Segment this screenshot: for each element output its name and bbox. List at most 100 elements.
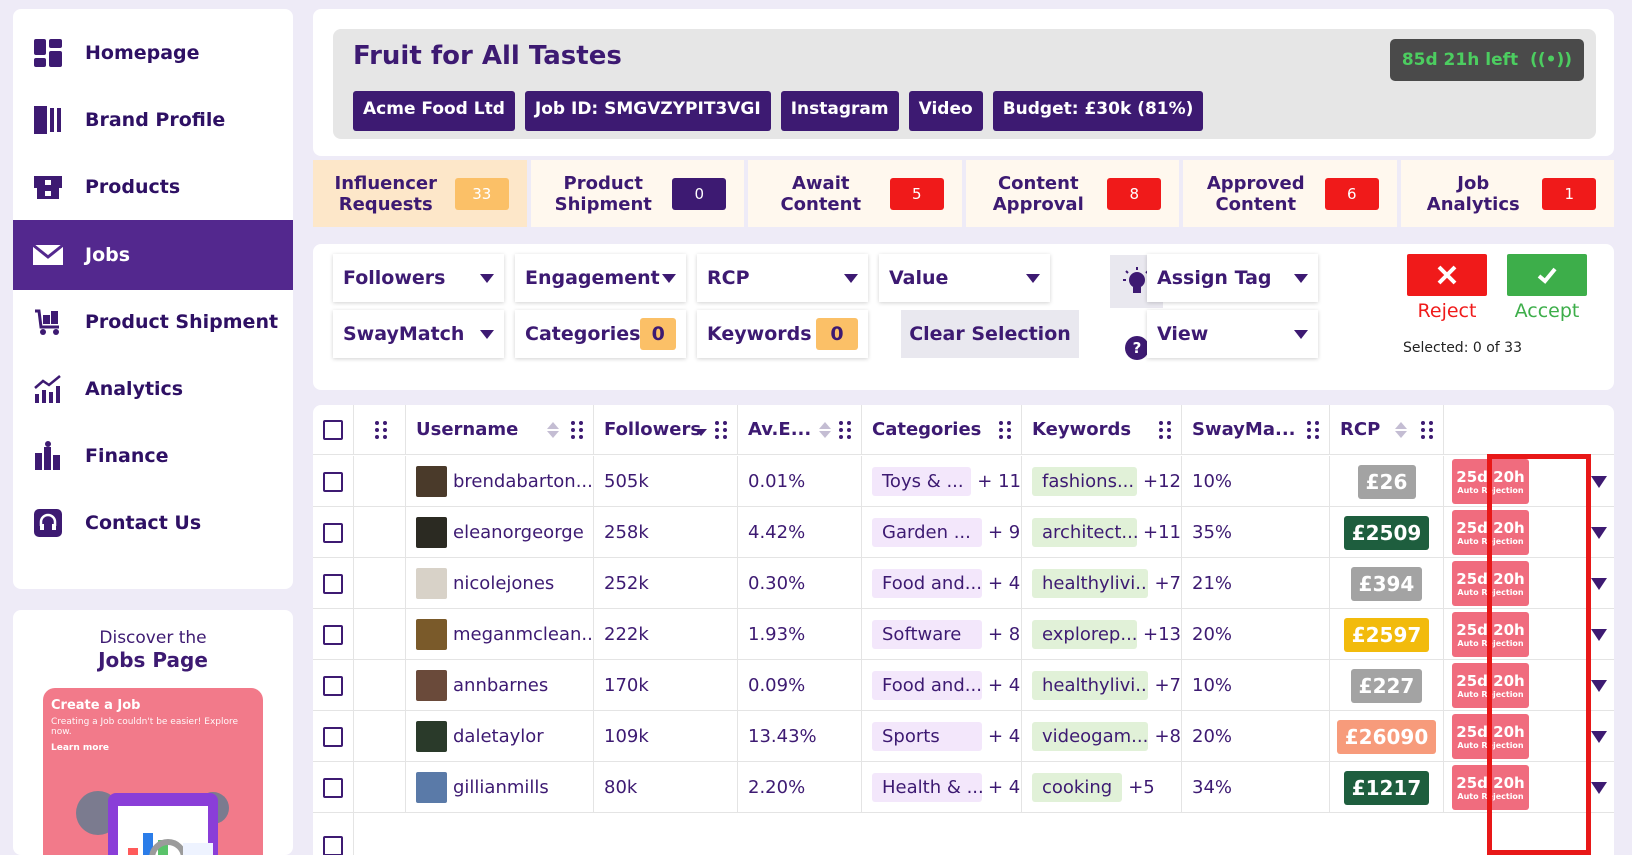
category-chip[interactable]: Software — [872, 620, 982, 649]
keyword-chip[interactable]: fashions... — [1032, 467, 1137, 496]
username[interactable]: eleanorgeorge — [453, 522, 584, 543]
keyword-more[interactable]: +12 — [1143, 471, 1181, 492]
tab-influencer-requests[interactable]: Influencer Requests 33 — [313, 160, 527, 227]
tab-approved-content[interactable]: Approved Content 6 — [1183, 160, 1397, 227]
username-cell[interactable]: brendabarton... — [406, 456, 594, 507]
drag-handle-icon[interactable] — [375, 420, 387, 439]
column-username[interactable]: Username — [406, 405, 594, 455]
view-dropdown[interactable]: View — [1147, 310, 1318, 358]
row-expand-icon[interactable] — [1591, 578, 1607, 590]
category-chip[interactable]: Food and... — [872, 671, 982, 700]
drag-handle-icon[interactable] — [571, 420, 583, 439]
rcp-filter[interactable]: RCP — [697, 254, 868, 302]
tab-content-approval[interactable]: Content Approval 8 — [965, 160, 1179, 227]
drag-handle-icon[interactable] — [839, 420, 851, 439]
keyword-chip[interactable]: videogam... — [1032, 722, 1149, 751]
category-chip[interactable]: Food and... — [872, 569, 982, 598]
sidebar-item-brand-profile[interactable]: Brand Profile — [13, 85, 293, 155]
username-cell[interactable]: daletaylor — [406, 711, 594, 762]
clear-selection-button[interactable]: Clear Selection — [901, 310, 1079, 358]
row-checkbox[interactable] — [323, 777, 343, 798]
category-more[interactable]: + 4 — [988, 726, 1020, 747]
sidebar-item-contact-us[interactable]: Contact Us — [13, 488, 293, 558]
category-chip[interactable]: Health & ... — [872, 773, 982, 802]
category-more[interactable]: + 4 — [988, 573, 1020, 594]
username-cell[interactable]: eleanorgeorge — [406, 507, 594, 558]
promo-card[interactable]: Create a Job Creating a Job couldn't be … — [43, 688, 263, 855]
table-row[interactable]: daletaylor 109k 13.43% Sports + 4 videogam...… — [313, 711, 1614, 762]
tab-product-shipment[interactable]: Product Shipment 0 — [530, 160, 744, 227]
username-cell[interactable]: annbarnes — [406, 660, 594, 711]
table-row[interactable]: brendabarton... 505k 0.01% Toys & ... + 11 fa… — [313, 456, 1614, 507]
row-expand-icon[interactable] — [1591, 476, 1607, 488]
username-cell[interactable]: meganmclean... — [406, 609, 594, 660]
row-expand-icon[interactable] — [1591, 731, 1607, 743]
engagement-filter[interactable]: Engagement — [515, 254, 686, 302]
category-more[interactable]: + 11 — [977, 471, 1021, 492]
row-checkbox[interactable] — [323, 471, 343, 492]
select-all-checkbox[interactable] — [323, 419, 343, 440]
row-expand-icon[interactable] — [1591, 527, 1607, 539]
row-checkbox[interactable] — [323, 522, 343, 543]
drag-handle-icon[interactable] — [1421, 420, 1433, 439]
value-filter[interactable]: Value — [879, 254, 1050, 302]
category-chip[interactable]: Toys & ... — [872, 467, 972, 496]
category-chip[interactable]: Garden ... — [872, 518, 982, 547]
sidebar-item-products[interactable]: Products — [13, 152, 293, 222]
table-row[interactable]: annbarnes 170k 0.09% Food and... + 4 healthyl… — [313, 660, 1614, 711]
row-checkbox[interactable] — [323, 624, 343, 645]
categories-filter[interactable]: Categories 0 — [515, 310, 686, 358]
keyword-more[interactable]: +7 — [1154, 675, 1181, 696]
sort-icon[interactable] — [547, 421, 559, 438]
column-rcp[interactable]: RCP — [1330, 405, 1444, 455]
column-categories[interactable]: Categories — [862, 405, 1022, 455]
keyword-more[interactable]: +13 — [1143, 624, 1181, 645]
swaymatch-filter[interactable]: SwayMatch — [333, 310, 504, 358]
username[interactable]: annbarnes — [453, 675, 548, 696]
keyword-chip[interactable]: healthylivi... — [1032, 569, 1149, 598]
column-swaymatch[interactable]: SwayMa... — [1182, 405, 1330, 455]
username-cell[interactable]: gillianmills — [406, 762, 594, 813]
sidebar-item-finance[interactable]: Finance — [13, 421, 293, 491]
followers-filter[interactable]: Followers — [333, 254, 504, 302]
keyword-more[interactable]: +8 — [1154, 726, 1181, 747]
accept-button[interactable] — [1507, 254, 1587, 296]
username[interactable]: meganmclean... — [453, 624, 593, 645]
category-more[interactable]: + 4 — [988, 675, 1020, 696]
row-expand-icon[interactable] — [1591, 629, 1607, 641]
table-row[interactable]: meganmclean... 222k 1.93% Software + 8 explor… — [313, 609, 1614, 660]
table-row[interactable]: nicolejones 252k 0.30% Food and... + 4 health… — [313, 558, 1614, 609]
username[interactable]: gillianmills — [453, 777, 549, 798]
keyword-more[interactable]: +5 — [1128, 777, 1155, 798]
help-icon[interactable]: ? — [1125, 336, 1149, 360]
sort-icon[interactable] — [819, 421, 831, 438]
keyword-chip[interactable]: architect... — [1032, 518, 1137, 547]
keyword-more[interactable]: +7 — [1154, 573, 1181, 594]
category-more[interactable]: + 8 — [988, 624, 1020, 645]
tab-job-analytics[interactable]: Job Analytics 1 — [1400, 160, 1614, 227]
drag-handle-icon[interactable] — [1307, 420, 1319, 439]
keyword-more[interactable]: +11 — [1143, 522, 1181, 543]
row-checkbox[interactable] — [323, 835, 343, 855]
sort-icon[interactable] — [1395, 421, 1407, 438]
category-more[interactable]: + 9 — [988, 522, 1020, 543]
column-keywords[interactable]: Keywords — [1022, 405, 1182, 455]
row-checkbox[interactable] — [323, 726, 343, 747]
tab-await-content[interactable]: Await Content 5 — [748, 160, 962, 227]
row-checkbox[interactable] — [323, 573, 343, 594]
promo-learn-more-link[interactable]: Learn more — [51, 743, 255, 753]
username[interactable]: brendabarton... — [453, 471, 593, 492]
drag-handle-icon[interactable] — [999, 420, 1011, 439]
category-chip[interactable]: Sports — [872, 722, 982, 751]
sidebar-item-homepage[interactable]: Homepage — [13, 18, 293, 88]
assign-tag-dropdown[interactable]: Assign Tag — [1147, 254, 1318, 302]
column-engagement[interactable]: Av.E... — [738, 405, 862, 455]
drag-handle-icon[interactable] — [1159, 420, 1171, 439]
sidebar-item-analytics[interactable]: Analytics — [13, 354, 293, 424]
keyword-chip[interactable]: cooking — [1032, 773, 1123, 802]
row-checkbox[interactable] — [323, 675, 343, 696]
keyword-chip[interactable]: healthylivi... — [1032, 671, 1149, 700]
table-row[interactable]: eleanorgeorge 258k 4.42% Garden ... + 9 archi… — [313, 507, 1614, 558]
sidebar-item-jobs[interactable]: Jobs — [13, 220, 293, 290]
row-expand-icon[interactable] — [1591, 680, 1607, 692]
